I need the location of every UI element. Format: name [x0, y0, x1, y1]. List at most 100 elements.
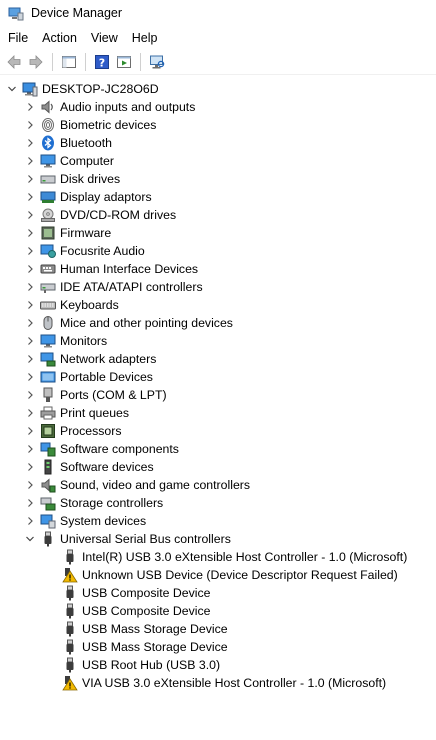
device-unknown-usb-device[interactable]: Unknown USB Device (Device Descriptor Re… — [0, 566, 436, 584]
category-display-adaptors[interactable]: Display adaptors — [0, 188, 436, 206]
device-usb-composite-device[interactable]: USB Composite Device — [0, 584, 436, 602]
expand-chevron-icon[interactable] — [20, 404, 40, 422]
category-label: Monitors — [60, 334, 108, 348]
category-print-queues[interactable]: Print queues — [0, 404, 436, 422]
help-button[interactable]: ? — [91, 51, 113, 73]
usb-icon — [40, 531, 56, 547]
back-button[interactable] — [3, 51, 25, 73]
category-label: Sound, video and game controllers — [60, 478, 251, 492]
category-universal-serial-bus-controllers[interactable]: Universal Serial Bus controllers — [0, 530, 436, 548]
category-storage-controllers[interactable]: Storage controllers — [0, 494, 436, 512]
expand-chevron-icon[interactable] — [20, 386, 40, 404]
device-usb-composite-device[interactable]: USB Composite Device — [0, 602, 436, 620]
category-label: Universal Serial Bus controllers — [60, 532, 231, 546]
expand-chevron-icon[interactable] — [20, 224, 40, 242]
expand-chevron-icon[interactable] — [20, 134, 40, 152]
expand-chevron-icon[interactable] — [20, 512, 40, 530]
expand-chevron-icon[interactable] — [20, 170, 40, 188]
category-label: Portable Devices — [60, 370, 153, 384]
category-ports-com-lpt[interactable]: Ports (COM & LPT) — [0, 386, 436, 404]
show-hide-tree-button[interactable] — [58, 51, 80, 73]
collapse-chevron-icon[interactable] — [20, 530, 40, 548]
expand-chevron-icon[interactable] — [20, 422, 40, 440]
mouse-icon — [40, 315, 56, 331]
expand-chevron-icon[interactable] — [20, 350, 40, 368]
category-label: Software devices — [60, 460, 154, 474]
toolbar-separator — [140, 52, 141, 71]
properties-button[interactable] — [113, 51, 135, 73]
device-intel-usb3-host-controller[interactable]: Intel(R) USB 3.0 eXtensible Host Control… — [0, 548, 436, 566]
device-label: USB Composite Device — [82, 604, 211, 618]
category-label: Focusrite Audio — [60, 244, 145, 258]
category-label: Software components — [60, 442, 179, 456]
expand-chevron-icon[interactable] — [20, 296, 40, 314]
expand-chevron-icon[interactable] — [20, 440, 40, 458]
expand-chevron-icon[interactable] — [20, 494, 40, 512]
category-label: Storage controllers — [60, 496, 164, 510]
tree-root[interactable]: DESKTOP-JC28O6D — [0, 80, 436, 98]
menu-action[interactable]: Action — [35, 28, 84, 48]
expand-chevron-icon[interactable] — [20, 98, 40, 116]
category-label: Processors — [60, 424, 122, 438]
category-software-components[interactable]: Software components — [0, 440, 436, 458]
expand-chevron-icon[interactable] — [20, 476, 40, 494]
expand-chevron-icon[interactable] — [20, 260, 40, 278]
scan-hardware-button[interactable] — [146, 51, 168, 73]
category-ide-ata-atapi-controllers[interactable]: IDE ATA/ATAPI controllers — [0, 278, 436, 296]
category-computer[interactable]: Computer — [0, 152, 436, 170]
usb-icon — [62, 639, 78, 655]
collapse-chevron-icon[interactable] — [2, 80, 22, 98]
device-label: USB Composite Device — [82, 586, 211, 600]
category-label: Disk drives — [60, 172, 121, 186]
category-label: Network adapters — [60, 352, 157, 366]
category-disk-drives[interactable]: Disk drives — [0, 170, 436, 188]
category-bluetooth[interactable]: Bluetooth — [0, 134, 436, 152]
device-usb-mass-storage-device[interactable]: USB Mass Storage Device — [0, 620, 436, 638]
expand-chevron-icon[interactable] — [20, 242, 40, 260]
window-title: Device Manager — [31, 6, 123, 20]
printer-icon — [40, 405, 56, 421]
category-biometric-devices[interactable]: Biometric devices — [0, 116, 436, 134]
device-usb-mass-storage-device[interactable]: USB Mass Storage Device — [0, 638, 436, 656]
category-system-devices[interactable]: System devices — [0, 512, 436, 530]
category-processors[interactable]: Processors — [0, 422, 436, 440]
expand-chevron-icon[interactable] — [20, 278, 40, 296]
bluetooth-icon — [40, 135, 56, 151]
menu-file[interactable]: File — [1, 28, 35, 48]
processor-icon — [40, 423, 56, 439]
expand-chevron-icon[interactable] — [20, 368, 40, 386]
display-adapter-icon — [40, 189, 56, 205]
forward-button[interactable] — [25, 51, 47, 73]
menu-view[interactable]: View — [84, 28, 125, 48]
menu-help[interactable]: Help — [125, 28, 165, 48]
device-usb-root-hub[interactable]: USB Root Hub (USB 3.0) — [0, 656, 436, 674]
category-audio-inputs-and-outputs[interactable]: Audio inputs and outputs — [0, 98, 436, 116]
category-human-interface-devices[interactable]: Human Interface Devices — [0, 260, 436, 278]
device-label: Intel(R) USB 3.0 eXtensible Host Control… — [82, 550, 408, 564]
expand-chevron-icon[interactable] — [20, 314, 40, 332]
category-keyboards[interactable]: Keyboards — [0, 296, 436, 314]
expand-chevron-icon[interactable] — [20, 188, 40, 206]
category-network-adapters[interactable]: Network adapters — [0, 350, 436, 368]
category-label: Biometric devices — [60, 118, 157, 132]
expand-chevron-icon[interactable] — [20, 116, 40, 134]
category-label: System devices — [60, 514, 147, 528]
device-via-usb3-host-controller[interactable]: VIA USB 3.0 eXtensible Host Controller -… — [0, 674, 436, 692]
category-mice-and-other-pointing-devices[interactable]: Mice and other pointing devices — [0, 314, 436, 332]
category-firmware[interactable]: Firmware — [0, 224, 436, 242]
category-dvd-cd-rom-drives[interactable]: DVD/CD-ROM drives — [0, 206, 436, 224]
sound-controller-icon — [40, 477, 56, 493]
expand-chevron-icon[interactable] — [20, 152, 40, 170]
category-focusrite-audio[interactable]: Focusrite Audio — [0, 242, 436, 260]
svg-text:?: ? — [99, 56, 105, 69]
category-monitors[interactable]: Monitors — [0, 332, 436, 350]
category-label: IDE ATA/ATAPI controllers — [60, 280, 203, 294]
expand-chevron-icon[interactable] — [20, 206, 40, 224]
category-software-devices[interactable]: Software devices — [0, 458, 436, 476]
category-portable-devices[interactable]: Portable Devices — [0, 368, 436, 386]
expand-chevron-icon[interactable] — [20, 332, 40, 350]
expand-chevron-icon[interactable] — [20, 458, 40, 476]
computer-icon — [22, 81, 38, 97]
device-tree: DESKTOP-JC28O6D Audio inputs and outputs… — [0, 80, 436, 692]
category-sound-video-and-game-controllers[interactable]: Sound, video and game controllers — [0, 476, 436, 494]
